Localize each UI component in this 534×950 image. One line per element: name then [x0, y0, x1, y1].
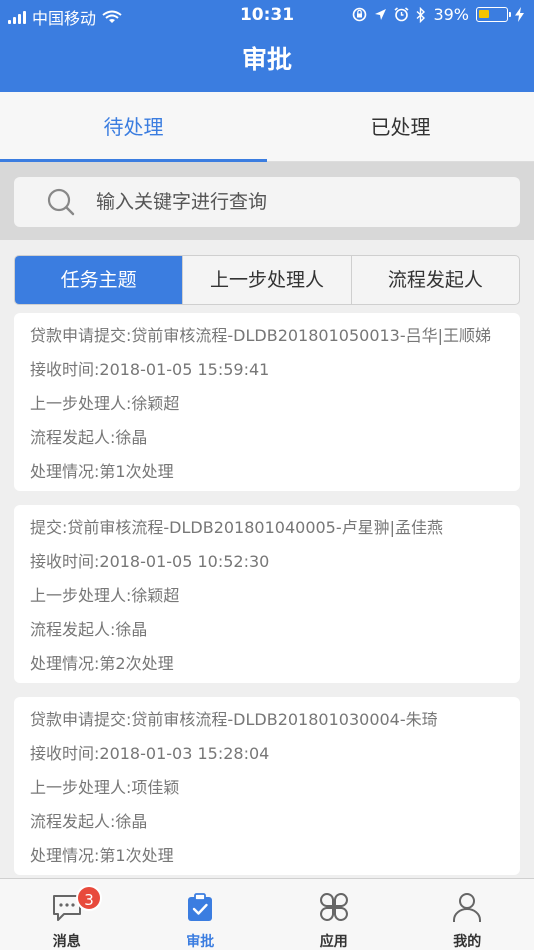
task-subject: 贷款申请提交:贷前审核流程-DLDB201801050013-吕华|王顺娣 [30, 326, 492, 345]
tab-processed[interactable]: 已处理 [267, 92, 534, 161]
bottom-nav-approval[interactable]: 审批 [134, 879, 268, 950]
unread-badge: 3 [76, 885, 102, 911]
rotation-lock-icon [353, 7, 367, 22]
search-input[interactable] [96, 191, 476, 213]
task-subject: 贷款申请提交:贷前审核流程-DLDB201801030004-朱琦 [30, 710, 438, 729]
task-received-time: 接收时间:2018-01-05 10:52:30 [30, 552, 270, 571]
segment-task-subject[interactable]: 任务主题 [15, 256, 183, 304]
bottom-nav-label: 应用 [319, 934, 348, 950]
bottom-nav-apps[interactable]: 应用 [267, 879, 401, 950]
battery-percent: 39% [433, 5, 469, 24]
task-received-time: 接收时间:2018-01-03 15:28:04 [30, 744, 270, 763]
apps-clover-icon [319, 893, 348, 921]
bluetooth-icon [416, 6, 426, 23]
bottom-nav-mine[interactable]: 我的 [401, 879, 534, 950]
task-previous-handler: 上一步处理人:徐颖超 [30, 394, 180, 413]
task-subject: 提交:贷前审核流程-DLDB201801040005-卢星翀|孟佳燕 [30, 518, 444, 537]
tab-bar: 待处理 已处理 [0, 92, 534, 162]
segment-initiator[interactable]: 流程发起人 [350, 256, 519, 304]
search-area [0, 162, 534, 240]
battery-icon [476, 7, 511, 22]
bottom-nav-label: 审批 [186, 934, 215, 950]
task-status: 处理情况:第1次处理 [30, 462, 174, 481]
task-received-time: 接收时间:2018-01-05 15:59:41 [30, 360, 270, 379]
search-box[interactable] [14, 177, 520, 227]
clipboard-check-icon [188, 893, 213, 921]
task-initiator: 流程发起人:徐晶 [30, 812, 148, 831]
filter-segment: 任务主题 上一步处理人 流程发起人 [14, 255, 520, 305]
task-previous-handler: 上一步处理人:项佳颖 [30, 778, 180, 797]
task-status: 处理情况:第2次处理 [30, 654, 174, 673]
bottom-nav-label: 我的 [453, 934, 482, 950]
alarm-icon [394, 7, 409, 22]
person-icon [453, 893, 482, 922]
task-card[interactable]: 提交:贷前审核流程-DLDB201801040005-卢星翀|孟佳燕 接收时间:… [14, 505, 520, 683]
search-icon [47, 188, 75, 216]
status-bar: 中国移动 10:31 39% [0, 0, 534, 30]
task-status: 处理情况:第1次处理 [30, 846, 174, 865]
task-previous-handler: 上一步处理人:徐颖超 [30, 586, 180, 605]
status-right: 39% [352, 5, 524, 24]
task-card[interactable]: 贷款申请提交:贷前审核流程-DLDB201801050013-吕华|王顺娣 接收… [14, 313, 520, 491]
bottom-nav-messages[interactable]: 3 消息 [0, 879, 134, 950]
header: 中国移动 10:31 39% 审批 [0, 0, 534, 92]
tab-pending[interactable]: 待处理 [0, 92, 267, 162]
location-icon [375, 9, 387, 20]
segment-previous-handler[interactable]: 上一步处理人 [182, 256, 350, 304]
task-list: 贷款申请提交:贷前审核流程-DLDB201801050013-吕华|王顺娣 接收… [14, 313, 520, 889]
page-title: 审批 [241, 45, 292, 74]
task-initiator: 流程发起人:徐晶 [30, 620, 148, 639]
bottom-nav: 3 消息 审批 应用 我的 [0, 878, 534, 950]
charging-bolt-icon [515, 7, 524, 22]
bottom-nav-label: 消息 [52, 934, 81, 950]
task-card[interactable]: 贷款申请提交:贷前审核流程-DLDB201801030004-朱琦 接收时间:2… [14, 697, 520, 875]
task-initiator: 流程发起人:徐晶 [30, 428, 148, 447]
